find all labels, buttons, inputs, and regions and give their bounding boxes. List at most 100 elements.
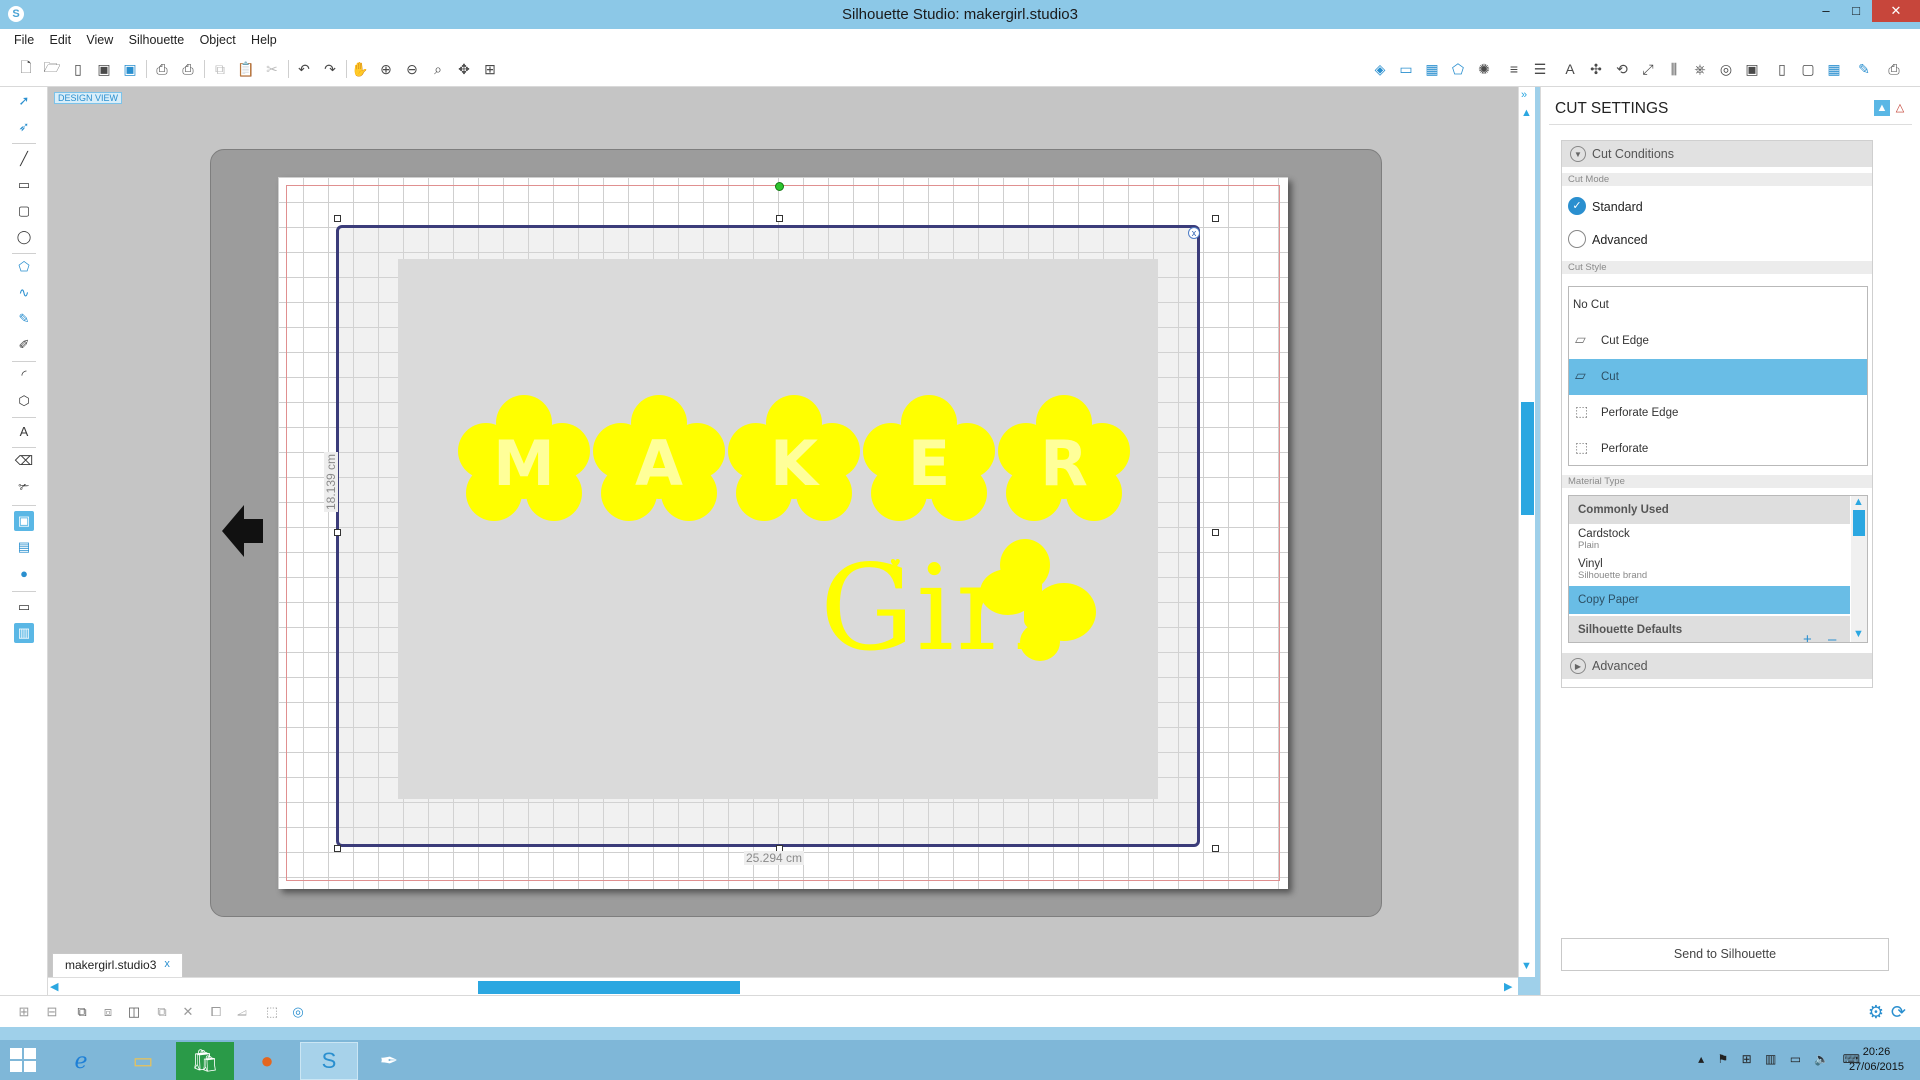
material-item-selected[interactable]: Copy Paper bbox=[1569, 586, 1850, 614]
library-icon[interactable]: ▯ bbox=[68, 59, 88, 79]
feather-app-icon[interactable]: ✒ bbox=[360, 1042, 418, 1080]
windows-start-icon[interactable] bbox=[10, 1048, 38, 1074]
grid-icon[interactable]: ▦ bbox=[1422, 59, 1442, 79]
advanced-radio-label[interactable]: Advanced bbox=[1592, 233, 1648, 247]
offset-bottom-icon[interactable]: ◎ bbox=[288, 1003, 308, 1021]
material-scroll-down-icon[interactable]: ▼ bbox=[1853, 628, 1864, 640]
file-explorer-icon[interactable]: ▭ bbox=[114, 1042, 172, 1080]
design-view-icon[interactable]: ▦ bbox=[1824, 59, 1844, 79]
scroll-down-arrow-icon[interactable]: ▼ bbox=[1521, 960, 1532, 972]
settings-gear-icon[interactable]: ⚙ bbox=[1868, 1002, 1884, 1023]
modify-icon[interactable]: ⎈ bbox=[1690, 59, 1710, 79]
resize-handle-bl[interactable] bbox=[334, 845, 341, 852]
store-icon[interactable]: ▢ bbox=[1798, 59, 1818, 79]
zoom-selection-icon[interactable]: ⌕ bbox=[428, 59, 448, 79]
flower-letter-e[interactable]: E bbox=[863, 395, 995, 527]
make-compound-path-icon[interactable]: ⧉ bbox=[72, 1003, 92, 1021]
tray-up-arrow-icon[interactable]: ▴ bbox=[1698, 1052, 1704, 1066]
collapse-panel-icon[interactable]: » bbox=[1521, 89, 1527, 101]
horizontal-scroll-thumb[interactable] bbox=[478, 981, 740, 994]
tray-tablet-icon[interactable]: ▭ bbox=[1790, 1052, 1801, 1066]
panel-warning-icon[interactable]: △ bbox=[1892, 100, 1908, 116]
zoom-in-icon[interactable]: ⊕ bbox=[376, 59, 396, 79]
weld-icon[interactable]: ◫ bbox=[124, 1003, 144, 1021]
select-tool-icon[interactable]: ➚ bbox=[14, 91, 34, 111]
send-to-silhouette-button[interactable]: Send to Silhouette bbox=[1561, 938, 1889, 971]
flower-letter-a[interactable]: A bbox=[593, 395, 725, 527]
replicate-icon[interactable]: ✣ bbox=[1586, 59, 1606, 79]
print-cut-icon[interactable]: ⎙ bbox=[178, 59, 198, 79]
scroll-left-arrow-icon[interactable]: ◀ bbox=[50, 980, 58, 993]
bring-forward-icon[interactable]: ⬚ bbox=[262, 1003, 282, 1021]
single-window-icon[interactable]: ▭ bbox=[14, 597, 34, 617]
cut-style-perforate-edge[interactable]: ⬚ Perforate Edge bbox=[1569, 395, 1867, 431]
polygon-tool-icon[interactable]: ⬠ bbox=[14, 257, 34, 277]
fit-to-page-icon[interactable]: ⊞ bbox=[480, 59, 500, 79]
library-book-icon[interactable]: ▤ bbox=[14, 537, 34, 557]
menu-silhouette[interactable]: Silhouette bbox=[123, 29, 191, 47]
close-selection-icon[interactable]: x bbox=[1188, 227, 1200, 239]
align-icon[interactable]: ⫼ bbox=[1664, 59, 1684, 79]
ellipse-tool-icon[interactable]: ◯ bbox=[14, 227, 34, 247]
rectangle-tool-icon[interactable]: ▭ bbox=[14, 175, 34, 195]
line-tool-icon[interactable]: ╱ bbox=[14, 149, 34, 169]
redo-icon[interactable]: ↷ bbox=[320, 59, 340, 79]
firefox-icon[interactable]: ● bbox=[238, 1042, 296, 1080]
rotate-handle[interactable] bbox=[775, 182, 784, 191]
store-app-icon[interactable]: 🛍 bbox=[176, 1042, 234, 1080]
silhouette-studio-task-icon[interactable]: S bbox=[300, 1042, 358, 1080]
cut-style-cut[interactable]: ▱ Cut bbox=[1569, 359, 1867, 395]
standard-radio-label[interactable]: Standard bbox=[1592, 200, 1643, 214]
cut-settings-icon[interactable]: ✎ bbox=[1854, 59, 1874, 79]
paste-icon[interactable]: 📋 bbox=[236, 59, 256, 79]
scroll-right-arrow-icon[interactable]: ▶ bbox=[1504, 980, 1512, 993]
release-compound-icon[interactable]: ⧈ bbox=[98, 1003, 118, 1021]
split-window-icon[interactable]: ▥ bbox=[14, 623, 34, 643]
new-file-icon[interactable]: 🗋 bbox=[16, 59, 36, 79]
add-material-button[interactable]: + bbox=[1803, 631, 1812, 642]
line-style-icon[interactable]: ☰ bbox=[1530, 59, 1550, 79]
ungroup-icon[interactable]: ⊟ bbox=[42, 1003, 62, 1021]
flower-letter-k[interactable]: K bbox=[728, 395, 860, 527]
close-button[interactable]: ✕ bbox=[1872, 0, 1920, 22]
copy-icon[interactable]: ⧉ bbox=[210, 59, 230, 79]
menu-object[interactable]: Object bbox=[194, 29, 242, 47]
open-file-icon[interactable]: 🗁 bbox=[42, 59, 62, 79]
library-panel-icon[interactable]: ▯ bbox=[1772, 59, 1792, 79]
send-to-silhouette-icon[interactable]: ⎙ bbox=[1884, 59, 1904, 79]
resize-handle-l[interactable] bbox=[334, 529, 341, 536]
edit-points-icon[interactable]: ➶ bbox=[14, 117, 34, 137]
save-icon[interactable]: ▣ bbox=[94, 59, 114, 79]
smooth-freehand-icon[interactable]: ✐ bbox=[14, 335, 34, 355]
bring-to-front-icon[interactable]: ⧠ bbox=[206, 1003, 226, 1021]
scale-icon[interactable]: ⤢ bbox=[1638, 59, 1658, 79]
undo-icon[interactable]: ↶ bbox=[294, 59, 314, 79]
internet-explorer-icon[interactable]: ℯ bbox=[52, 1042, 110, 1080]
fill-color-icon[interactable]: ◈ bbox=[1370, 59, 1390, 79]
resize-handle-r[interactable] bbox=[1212, 529, 1219, 536]
file-tab[interactable]: makergirl.studio3 x bbox=[52, 953, 183, 977]
page-setup-icon[interactable]: ▭ bbox=[1396, 59, 1416, 79]
registration-marks-icon[interactable]: ⬠ bbox=[1448, 59, 1468, 79]
flower-letter-r[interactable]: R bbox=[998, 395, 1130, 527]
curve-tool-icon[interactable]: ∿ bbox=[14, 283, 34, 303]
material-list-scrollbar[interactable]: ▲ ▼ bbox=[1851, 496, 1867, 642]
cut-style-perforate[interactable]: ⬚ Perforate bbox=[1569, 431, 1867, 467]
resize-handle-tl[interactable] bbox=[334, 215, 341, 222]
zoom-out-icon[interactable]: ⊖ bbox=[402, 59, 422, 79]
maximize-button[interactable]: □ bbox=[1838, 0, 1874, 22]
menu-help[interactable]: Help bbox=[245, 29, 283, 47]
text-tool-icon[interactable]: A bbox=[14, 421, 34, 441]
horizontal-scrollbar[interactable]: ◀ ▶ bbox=[48, 977, 1518, 995]
line-color-icon[interactable]: ≡ bbox=[1504, 59, 1524, 79]
remove-material-button[interactable]: – bbox=[1828, 631, 1836, 642]
cut-style-no-cut[interactable]: No Cut bbox=[1569, 287, 1867, 323]
silhouette-store-icon[interactable]: ● bbox=[14, 563, 34, 583]
rounded-rectangle-icon[interactable]: ▢ bbox=[14, 201, 34, 221]
resize-handle-t[interactable] bbox=[776, 215, 783, 222]
selected-cut-area[interactable] bbox=[336, 225, 1200, 847]
flower-letter-m[interactable]: M bbox=[458, 395, 590, 527]
tray-network-icon[interactable]: ▥ bbox=[1765, 1052, 1776, 1066]
material-scroll-thumb[interactable] bbox=[1853, 510, 1865, 536]
resize-handle-br[interactable] bbox=[1212, 845, 1219, 852]
